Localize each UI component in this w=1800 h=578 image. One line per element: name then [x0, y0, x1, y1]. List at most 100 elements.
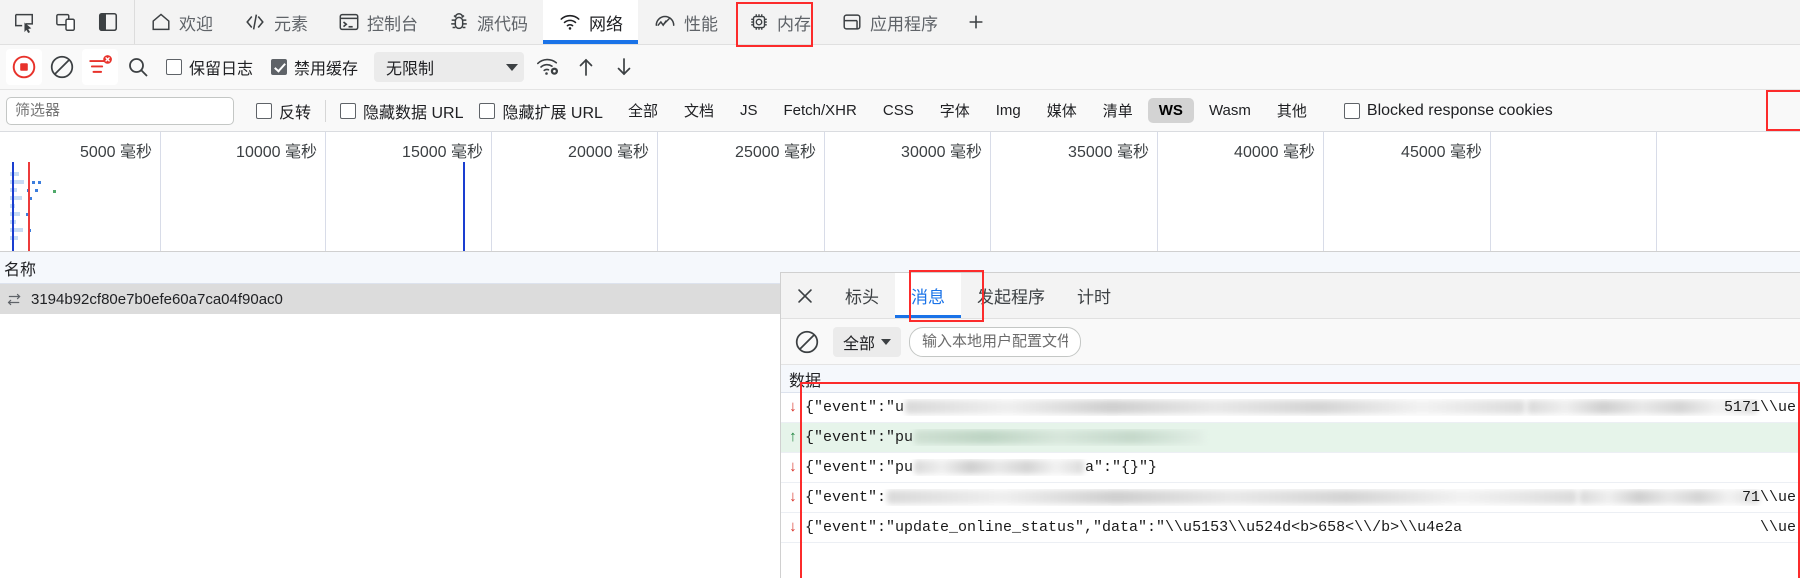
add-panel-button[interactable]	[953, 0, 999, 44]
timeline-tick-label: 20000 毫秒	[568, 144, 649, 161]
panel-layout-icon[interactable]	[90, 4, 126, 40]
tab-console-label: 控制台	[367, 14, 418, 34]
code-brackets-icon	[243, 11, 267, 33]
tab-welcome[interactable]: 欢迎	[135, 0, 228, 44]
filter-type-font[interactable]: 字体	[929, 96, 981, 125]
blocked-cookies-label: Blocked response cookies	[1366, 101, 1553, 119]
tab-network[interactable]: 网络	[543, 0, 638, 44]
filter-type-all[interactable]: 全部	[617, 96, 669, 125]
dock-controls	[0, 0, 135, 44]
timeline-tick-label: 30000 毫秒	[901, 144, 982, 161]
hide-extension-urls-checkbox[interactable]: 隐藏扩展 URL	[471, 99, 610, 123]
dom-content-loaded-marker-2	[463, 162, 465, 251]
filter-type-media[interactable]: 媒体	[1036, 96, 1088, 125]
invert-label: 反转	[279, 104, 312, 122]
tab-performance[interactable]: 性能	[638, 0, 733, 44]
message-filter-input[interactable]	[909, 326, 1082, 357]
dom-content-loaded-marker	[12, 162, 14, 251]
list-item[interactable]: ↓ {"event":"update_online_status","data"…	[781, 513, 1800, 543]
tab-application[interactable]: 应用程序	[826, 0, 953, 44]
hide-extension-urls-box	[479, 102, 496, 119]
list-item[interactable]: ↓ {"event":"pu a":"{}"}	[781, 453, 1800, 483]
timeline-divider	[1490, 132, 1491, 251]
list-item[interactable]: ↓ {"event": 71\\ue	[781, 483, 1800, 513]
tab-headers[interactable]: 标头	[829, 273, 895, 318]
inspect-element-icon[interactable]	[6, 4, 42, 40]
tab-memory-label: 内存	[777, 14, 811, 34]
tab-network-label: 网络	[589, 14, 623, 34]
search-input[interactable]	[6, 96, 234, 125]
disable-cache-label: 禁用缓存	[294, 61, 359, 78]
message-tail: \\ue	[1759, 519, 1796, 536]
arrow-up-icon: ↑	[788, 429, 798, 446]
tab-initiator[interactable]: 发起程序	[961, 273, 1061, 318]
filter-type-img[interactable]: Img	[985, 98, 1032, 123]
detail-tabbar: 标头 消息 发起程序 计时	[781, 270, 1800, 322]
message-data: {"event":"pu	[805, 429, 1800, 446]
overview-request-bars	[8, 166, 88, 251]
filter-type-js[interactable]: JS	[729, 98, 769, 123]
home-icon	[150, 11, 172, 33]
message-data: {"event":"update_online_status","data":"…	[805, 519, 1463, 536]
filter-type-css[interactable]: CSS	[872, 98, 925, 123]
tab-elements-label: 元素	[274, 14, 308, 34]
import-har-icon[interactable]	[568, 49, 604, 85]
divider	[325, 99, 327, 122]
timeline-tick-label: 35000 毫秒	[1068, 144, 1149, 161]
request-name: 3194b92cf80e7b0efe60a7ca04f90ac0	[31, 290, 283, 308]
record-stop-button[interactable]	[6, 49, 42, 85]
throttling-select[interactable]: 无限制	[374, 52, 525, 82]
list-item[interactable]: ↑ {"event":"pu	[781, 423, 1800, 453]
column-header-name: 名称	[4, 261, 37, 279]
filter-type-fetch-xhr[interactable]: Fetch/XHR	[773, 98, 868, 123]
chip-icon	[748, 11, 770, 33]
blocked-cookies-checkbox[interactable]: Blocked response cookies	[1336, 102, 1561, 120]
tab-messages[interactable]: 消息	[895, 273, 961, 318]
preserve-log-checkbox[interactable]: 保留日志	[158, 55, 261, 79]
blocked-cookies-box	[1343, 102, 1360, 119]
hide-data-urls-checkbox[interactable]: 隐藏数据 URL	[332, 99, 471, 123]
invert-checkbox[interactable]: 反转	[248, 99, 319, 123]
chevron-down-icon	[506, 63, 519, 71]
tab-memory[interactable]: 内存	[733, 0, 826, 44]
filter-type-manifest[interactable]: 清单	[1092, 96, 1144, 125]
filter-type-wasm[interactable]: Wasm	[1198, 98, 1262, 123]
clear-button[interactable]	[44, 49, 80, 85]
disable-cache-checkbox[interactable]: 禁用缓存	[263, 55, 366, 79]
export-har-icon[interactable]	[606, 49, 642, 85]
tab-console[interactable]: 控制台	[323, 0, 433, 44]
tab-elements[interactable]: 元素	[228, 0, 323, 44]
timeline-divider	[657, 132, 658, 251]
tab-sources[interactable]: 源代码	[433, 0, 543, 44]
resource-type-filters: 全部 文档 JS Fetch/XHR CSS 字体 Img 媒体 清单 WS W…	[617, 90, 1800, 131]
message-tail: 71\\ue	[1741, 489, 1796, 506]
message-data: {"event":"pu a":"{}"}	[805, 459, 1158, 476]
devtools-window: 欢迎 元素 控制台 源代码 网络 性能 内存 应用程序 保留日志 禁用缓存 无限…	[0, 0, 1800, 578]
invert-box	[256, 102, 272, 119]
column-header-data: 数据	[789, 372, 822, 390]
filter-type-other[interactable]: 其他	[1266, 96, 1318, 125]
message-tail: 5171\\ue	[1723, 399, 1796, 416]
filter-type-ws[interactable]: WS	[1147, 98, 1194, 123]
load-marker	[28, 162, 30, 251]
arrow-down-icon: ↓	[788, 489, 798, 506]
close-icon[interactable]	[781, 273, 829, 318]
network-overview-timeline[interactable]: 5000 毫秒 10000 毫秒 15000 毫秒 20000 毫秒 25000…	[0, 132, 1800, 252]
timeline-divider	[824, 132, 825, 251]
filter-remove-button[interactable]	[82, 49, 118, 85]
clear-messages-button[interactable]	[789, 324, 825, 360]
message-data: {"event":	[805, 489, 1800, 506]
timeline-tick-label: 10000 毫秒	[236, 144, 317, 161]
search-icon[interactable]	[120, 49, 156, 85]
timeline-tick-label: 15000 毫秒	[402, 144, 483, 161]
device-toolbar-icon[interactable]	[48, 4, 84, 40]
filter-type-doc[interactable]: 文档	[673, 96, 725, 125]
tab-application-label: 应用程序	[870, 14, 938, 34]
tab-timing[interactable]: 计时	[1061, 273, 1127, 318]
network-conditions-icon[interactable]	[530, 49, 566, 85]
message-type-filter[interactable]: 全部	[833, 326, 902, 357]
hide-data-urls-label: 隐藏数据 URL	[363, 104, 464, 122]
list-item[interactable]: ↓ {"event":"u 5171\\ue	[781, 393, 1800, 423]
network-toolbar: 保留日志 禁用缓存 无限制	[0, 45, 1800, 90]
timeline-divider	[160, 132, 161, 251]
